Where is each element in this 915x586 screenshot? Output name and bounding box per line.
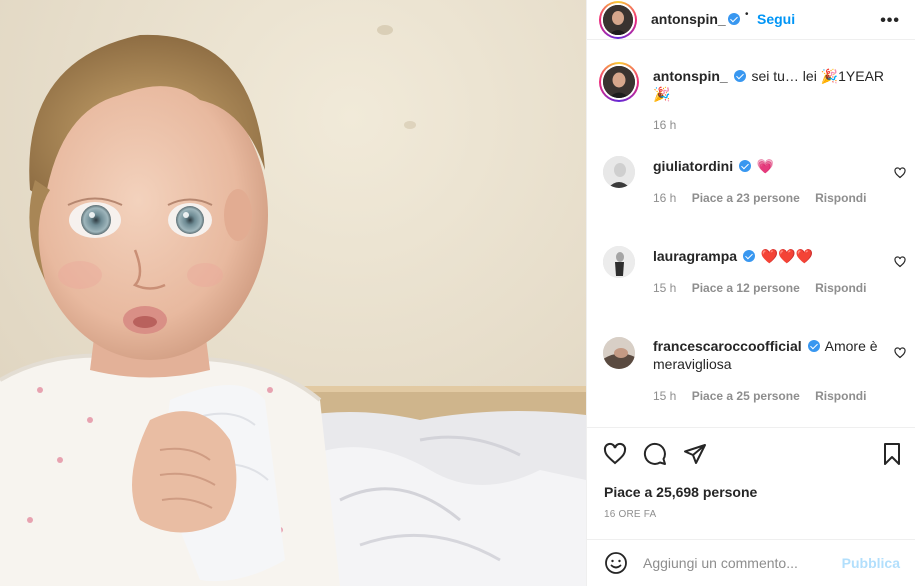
verified-badge-icon xyxy=(807,340,820,352)
heart-icon[interactable] xyxy=(603,442,627,466)
caption: antonspin_ sei tu… lei 🎉1YEAR 🎉 xyxy=(653,67,893,103)
comment-time: 15 h xyxy=(653,389,677,403)
post-side-panel: antonspin_ • Segui ••• antonspin_ sei tu… xyxy=(586,0,915,586)
comment-text: francescaroccoofficial Amore è meravigli… xyxy=(653,337,881,373)
comment-input[interactable] xyxy=(643,551,843,575)
comment-avatar[interactable] xyxy=(603,246,635,278)
caption-time: 16 h xyxy=(653,118,677,132)
caption-author-avatar[interactable] xyxy=(599,62,639,102)
reply-button[interactable]: Rispondi xyxy=(815,191,866,205)
bookmark-icon[interactable] xyxy=(880,442,904,466)
verified-badge-icon xyxy=(742,250,755,262)
comment-likes[interactable]: Piace a 12 persone xyxy=(692,281,800,295)
caption-username[interactable]: antonspin_ xyxy=(653,68,728,84)
likes-count[interactable]: Piace a 25,698 persone xyxy=(604,484,757,500)
comment-avatar[interactable] xyxy=(603,337,635,369)
paper-plane-icon[interactable] xyxy=(683,442,707,466)
more-icon[interactable]: ••• xyxy=(880,12,900,30)
author-avatar[interactable] xyxy=(599,1,637,39)
comment-text: giuliatordini 💗 xyxy=(653,157,873,175)
post-header: antonspin_ • Segui ••• xyxy=(587,0,915,40)
comment-composer: Pubblica xyxy=(587,539,915,586)
comment-username[interactable]: lauragrampa xyxy=(653,248,737,264)
comment-username[interactable]: giuliatordini xyxy=(653,158,733,174)
separator-dot: • xyxy=(745,9,749,20)
comment-text: lauragrampa ❤️❤️❤️ xyxy=(653,247,873,265)
post-photo[interactable] xyxy=(0,0,586,586)
post-age: 16 ORE FA xyxy=(604,509,657,520)
post-actions: Piace a 25,698 persone 16 ORE FA xyxy=(587,427,915,539)
instagram-post: antonspin_ • Segui ••• antonspin_ sei tu… xyxy=(0,0,915,586)
author-username[interactable]: antonspin_ xyxy=(651,11,726,27)
comment-like-icon[interactable] xyxy=(894,347,906,359)
comment-meta: 16 h Piace a 23 persone Rispondi xyxy=(653,191,878,205)
smiley-icon[interactable] xyxy=(604,551,628,575)
comment-meta: 15 h Piace a 12 persone Rispondi xyxy=(653,281,878,295)
reply-button[interactable]: Rispondi xyxy=(815,281,866,295)
verified-badge-icon xyxy=(728,13,740,25)
comment-time: 16 h xyxy=(653,191,677,205)
comment-like-icon[interactable] xyxy=(894,167,906,179)
comment-like-icon[interactable] xyxy=(894,256,906,268)
comment-time: 15 h xyxy=(653,281,677,295)
comment-meta: 15 h Piace a 25 persone Rispondi xyxy=(653,389,878,403)
comment-icon[interactable] xyxy=(643,442,667,466)
comment-body: 💗 xyxy=(756,158,775,174)
comment-body: ❤️❤️❤️ xyxy=(760,248,814,264)
verified-badge-icon xyxy=(739,160,751,172)
comment-likes[interactable]: Piace a 25 persone xyxy=(692,389,800,403)
follow-button[interactable]: Segui xyxy=(757,11,795,27)
comment-likes[interactable]: Piace a 23 persone xyxy=(692,191,800,205)
reply-button[interactable]: Rispondi xyxy=(815,389,866,403)
verified-badge-icon xyxy=(733,70,746,82)
comment-username[interactable]: francescaroccoofficial xyxy=(653,338,802,354)
publish-button[interactable]: Pubblica xyxy=(842,555,900,571)
comment-avatar[interactable] xyxy=(603,156,635,188)
